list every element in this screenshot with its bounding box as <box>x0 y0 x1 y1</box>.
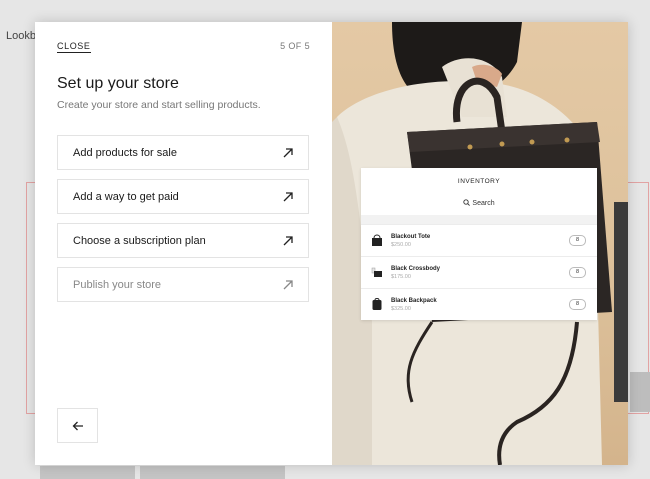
inventory-search[interactable]: Search <box>361 199 597 207</box>
arrow-up-right-icon <box>283 236 293 246</box>
arrow-up-right-icon <box>283 280 293 290</box>
crossbody-bag-thumbnail <box>371 267 382 277</box>
task-label: Choose a subscription plan <box>73 235 206 247</box>
inventory-row[interactable]: Blackout Tote $250.00 8 <box>361 224 597 256</box>
product-photo: INVENTORY Search Blackout Tote $250.00 8 <box>332 22 628 465</box>
inventory-item-name: Black Crossbody <box>391 266 441 272</box>
inventory-row[interactable]: Black Crossbody $175.00 8 <box>361 256 597 288</box>
task-choose-plan[interactable]: Choose a subscription plan <box>57 223 309 258</box>
arrow-left-icon <box>72 421 83 431</box>
back-button[interactable] <box>57 408 98 443</box>
inventory-item-price: $325.00 <box>391 306 411 312</box>
search-icon <box>463 199 471 206</box>
inventory-item-qty: 8 <box>569 299 586 310</box>
task-label: Add products for sale <box>73 147 177 159</box>
task-publish-store[interactable]: Publish your store <box>57 267 309 302</box>
inventory-item-qty: 8 <box>569 235 586 246</box>
background-nav-label: Lookb <box>6 30 36 42</box>
background-thumbnail <box>40 466 135 479</box>
inventory-row[interactable]: Black Backpack $325.00 8 <box>361 288 597 320</box>
inventory-item-name: Blackout Tote <box>391 234 431 240</box>
task-label: Publish your store <box>73 279 162 291</box>
step-indicator: 5 OF 5 <box>280 41 310 51</box>
arrow-up-right-icon <box>283 148 293 158</box>
inventory-divider <box>361 215 597 224</box>
task-add-products[interactable]: Add products for sale <box>57 135 309 170</box>
background-thumbnail <box>630 372 650 412</box>
panel-title: Set up your store <box>57 75 179 92</box>
inventory-item-price: $175.00 <box>391 274 411 280</box>
backpack-thumbnail <box>372 298 382 310</box>
setup-panel: CLOSE 5 OF 5 Set up your store Create yo… <box>35 22 332 465</box>
inventory-card: INVENTORY Search Blackout Tote $250.00 8 <box>361 168 597 320</box>
background-thumbnail <box>140 466 285 479</box>
panel-subtitle: Create your store and start selling prod… <box>57 99 261 111</box>
inventory-item-name: Black Backpack <box>391 298 437 304</box>
setup-store-modal: CLOSE 5 OF 5 Set up your store Create yo… <box>35 22 628 465</box>
tote-bag-thumbnail <box>372 234 382 246</box>
inventory-item-price: $250.00 <box>391 242 411 248</box>
inventory-title: INVENTORY <box>457 178 501 185</box>
inventory-search-label: Search <box>472 200 495 207</box>
inventory-item-qty: 8 <box>569 267 586 278</box>
task-add-payment[interactable]: Add a way to get paid <box>57 179 309 214</box>
close-button[interactable]: CLOSE <box>57 41 91 53</box>
task-label: Add a way to get paid <box>73 191 179 203</box>
arrow-up-right-icon <box>283 192 293 202</box>
